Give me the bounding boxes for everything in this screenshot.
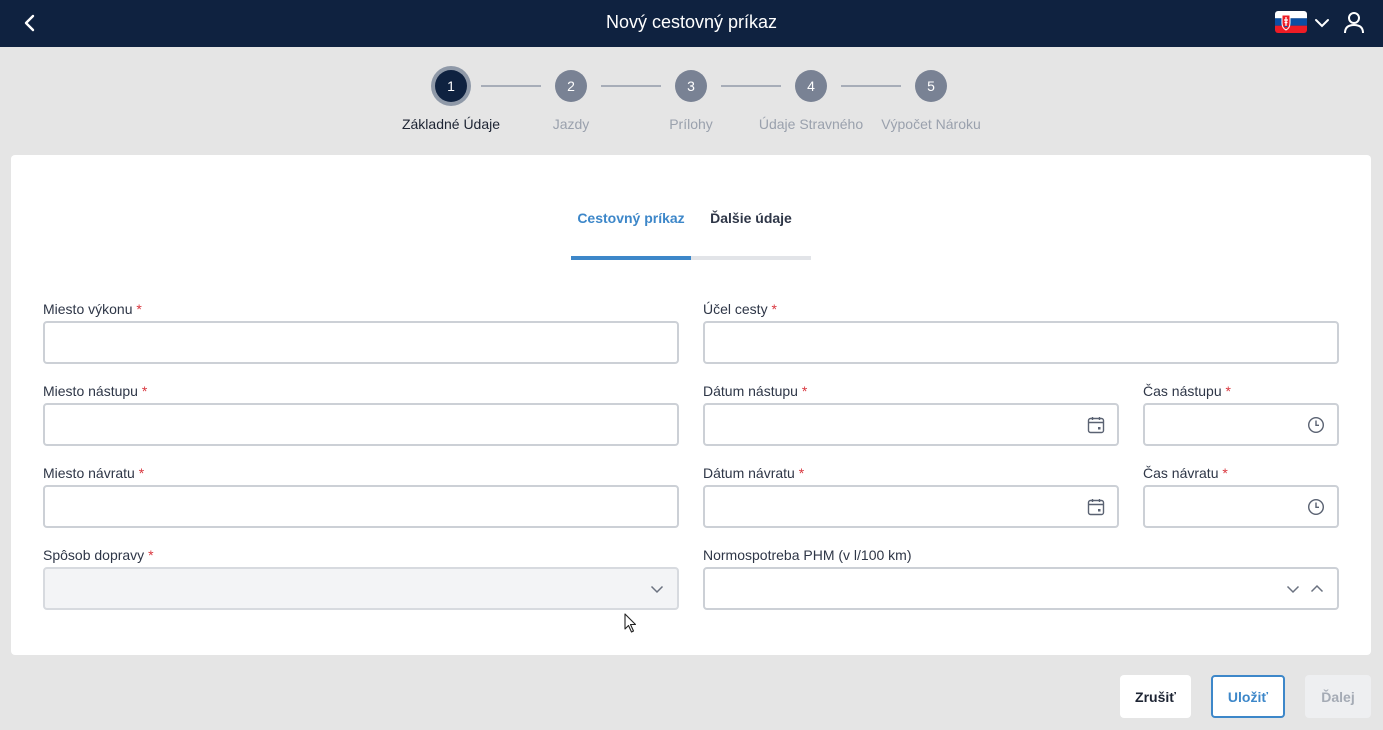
language-dropdown-toggle[interactable] xyxy=(1314,15,1330,31)
required-mark: * xyxy=(141,383,148,399)
chevron-up-icon[interactable] xyxy=(1309,581,1325,597)
chevron-down-icon xyxy=(650,585,664,594)
sposob-dopravy-select[interactable] xyxy=(43,567,679,610)
clock-icon[interactable] xyxy=(1307,416,1325,434)
step-connector xyxy=(481,85,541,87)
required-mark: * xyxy=(801,383,808,399)
clock-icon[interactable] xyxy=(1307,498,1325,516)
sposob-dopravy-label: Spôsob dopravy * xyxy=(43,547,154,563)
cas-navratu-input[interactable] xyxy=(1143,485,1339,528)
top-bar: Nový cestovný príkaz xyxy=(0,0,1383,47)
required-mark: * xyxy=(1225,383,1231,399)
tab-cestovny-prikaz[interactable]: Cestovný príkaz xyxy=(571,205,691,260)
page-title: Nový cestovný príkaz xyxy=(605,12,778,32)
step-3-circle[interactable]: 3 xyxy=(675,70,707,102)
miesto-nastupu-input[interactable] xyxy=(43,403,679,446)
calendar-icon[interactable] xyxy=(1087,416,1105,434)
step-3-label[interactable]: Prílohy xyxy=(621,116,761,132)
label-text: Čas návratu xyxy=(1143,465,1219,481)
tab-dalsie-udaje[interactable]: Ďalšie údaje xyxy=(691,205,811,260)
step-2-circle[interactable]: 2 xyxy=(555,70,587,102)
chevron-down-icon[interactable] xyxy=(1285,581,1301,597)
miesto-vykonu-label: Miesto výkonu * xyxy=(43,301,142,317)
step-4-label[interactable]: Údaje Stravného xyxy=(741,116,881,132)
step-5-circle[interactable]: 5 xyxy=(915,70,947,102)
normospotreba-label: Normospotreba PHM (v l/100 km) xyxy=(703,547,912,563)
step-1-label[interactable]: Základné Údaje xyxy=(381,116,521,132)
mouse-cursor-icon xyxy=(624,613,637,633)
user-menu[interactable] xyxy=(1342,10,1366,34)
label-text: Miesto návratu xyxy=(43,465,135,481)
required-mark: * xyxy=(771,301,777,317)
step-connector xyxy=(601,85,661,87)
required-mark: * xyxy=(798,465,805,481)
required-mark: * xyxy=(148,547,154,563)
save-button[interactable]: Uložiť xyxy=(1211,675,1285,718)
step-2-label[interactable]: Jazdy xyxy=(501,116,641,132)
step-connector xyxy=(841,85,901,87)
form-card: Cestovný príkaz Ďalšie údaje Miesto výko… xyxy=(11,155,1371,655)
label-text: Miesto nástupu xyxy=(43,383,138,399)
cas-nastupu-label: Čas nástupu * xyxy=(1143,383,1231,399)
next-button[interactable]: Ďalej xyxy=(1305,675,1371,718)
datum-nastupu-input[interactable] xyxy=(703,403,1119,446)
calendar-icon[interactable] xyxy=(1087,498,1105,516)
required-mark: * xyxy=(1222,465,1228,481)
cancel-button[interactable]: Zrušiť xyxy=(1120,675,1191,718)
step-4-circle[interactable]: 4 xyxy=(795,70,827,102)
ucel-cesty-label: Účel cesty * xyxy=(703,301,777,317)
user-icon xyxy=(1344,12,1364,34)
language-selector[interactable] xyxy=(1275,11,1307,33)
required-mark: * xyxy=(136,301,142,317)
label-text: Dátum návratu xyxy=(703,465,795,481)
step-connector xyxy=(721,85,781,87)
cas-nastupu-input[interactable] xyxy=(1143,403,1339,446)
label-text: Spôsob dopravy xyxy=(43,547,145,563)
required-mark: * xyxy=(138,465,145,481)
step-1-circle[interactable]: 1 xyxy=(435,70,467,102)
ucel-cesty-input[interactable] xyxy=(703,321,1339,364)
miesto-navratu-input[interactable] xyxy=(43,485,679,528)
label-text: Dátum nástupu xyxy=(703,383,798,399)
chevron-down-icon xyxy=(1315,19,1329,28)
label-text: Čas nástupu xyxy=(1143,383,1222,399)
slovak-flag-icon xyxy=(1275,11,1307,33)
label-text: Účel cesty xyxy=(703,301,768,317)
miesto-nastupu-label: Miesto nástupu * xyxy=(43,383,147,399)
datum-navratu-label: Dátum návratu * xyxy=(703,465,804,481)
tab-bar: Cestovný príkaz Ďalšie údaje xyxy=(571,205,811,260)
miesto-navratu-label: Miesto návratu * xyxy=(43,465,144,481)
step-5-label[interactable]: Výpočet Nároku xyxy=(861,116,1001,132)
datum-nastupu-label: Dátum nástupu * xyxy=(703,383,807,399)
normospotreba-input[interactable] xyxy=(703,567,1339,610)
cas-navratu-label: Čas návratu * xyxy=(1143,465,1228,481)
label-text: Miesto výkonu xyxy=(43,301,133,317)
datum-navratu-input[interactable] xyxy=(703,485,1119,528)
miesto-vykonu-input[interactable] xyxy=(43,321,679,364)
